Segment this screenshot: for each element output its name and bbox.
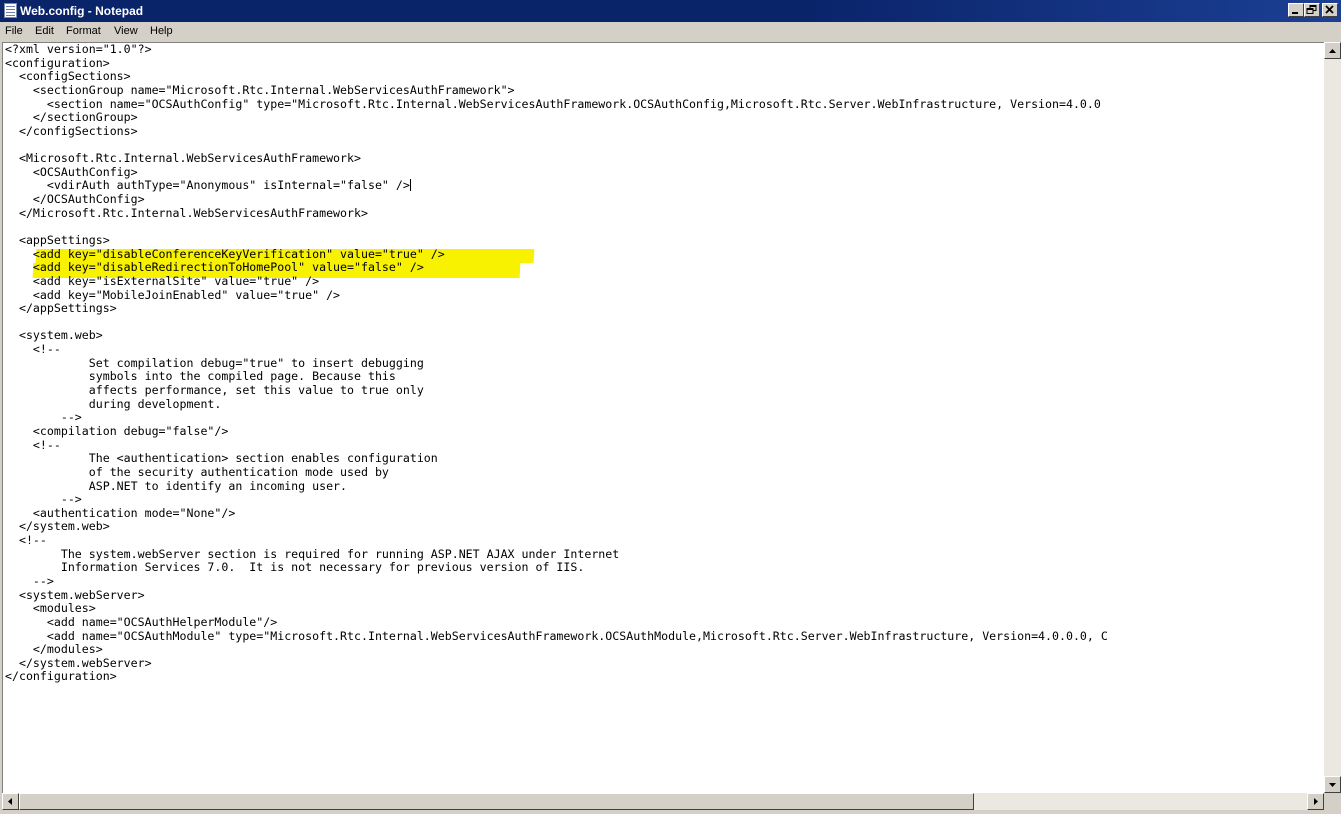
code-line: ASP.NET to identify an incoming user. (5, 478, 348, 493)
code-line: --> (5, 492, 82, 507)
arrow-left-icon (8, 798, 12, 805)
code-line: <!-- (5, 533, 47, 548)
text-caret (409, 179, 411, 192)
code-line: <authentication mode="None"/> (5, 505, 236, 520)
menu-edit[interactable]: Edit (35, 24, 54, 39)
restore-icon (1306, 5, 1317, 14)
code-line: </system.web> (5, 519, 110, 534)
code-line: <add name="OCSAuthModule" type="Microsof… (5, 628, 1108, 643)
scroll-down-button[interactable] (1324, 776, 1341, 793)
code-line: <sectionGroup name="Microsoft.Rtc.Intern… (5, 82, 515, 97)
code-line: <add key="isExternalSite" value="true" /… (5, 273, 320, 288)
menu-help[interactable]: Help (150, 24, 173, 39)
code-line: <Microsoft.Rtc.Internal.WebServicesAuthF… (5, 151, 361, 166)
code-line: </OCSAuthConfig> (5, 192, 145, 207)
code-line: <!-- (5, 437, 61, 452)
code-line: <configuration> (5, 55, 110, 70)
size-grip[interactable] (1324, 793, 1341, 810)
code-line: <add key="MobileJoinEnabled" value="true… (5, 287, 341, 302)
arrow-up-icon (1329, 49, 1336, 53)
title-bar[interactable]: Web.config - Notepad (0, 0, 1341, 22)
code-line: symbols into the compiled page. Because … (5, 369, 396, 384)
text-editor[interactable]: <?xml version="1.0"?> <configuration> <co… (2, 42, 1325, 794)
restore-button[interactable] (1304, 3, 1320, 17)
code-line: The <authentication> section enables con… (5, 451, 438, 466)
code-line: </Microsoft.Rtc.Internal.WebServicesAuth… (5, 205, 368, 220)
code-line: <system.web> (5, 328, 103, 343)
code-line: <add name="OCSAuthHelperModule"/> (5, 614, 278, 629)
code-line: The system.webServer section is required… (5, 546, 620, 561)
code-line: of the security authentication mode used… (5, 464, 389, 479)
notepad-icon[interactable] (4, 3, 17, 18)
code-line: <section name="OCSAuthConfig" type="Micr… (5, 96, 1101, 111)
vertical-scrollbar[interactable] (1324, 42, 1341, 793)
code-line: <modules> (5, 601, 96, 616)
horizontal-scrollbar[interactable] (2, 793, 1324, 810)
code-line: </modules> (5, 642, 103, 657)
menu-view[interactable]: View (114, 24, 138, 39)
minimize-button[interactable] (1288, 3, 1304, 17)
arrow-down-icon (1329, 783, 1336, 787)
code-line: <vdirAuth authType="Anonymous" isInterna… (5, 178, 411, 193)
notepad-window: Web.config - Notepad File Edit Format Vi… (0, 0, 1341, 814)
window-title: Web.config - Notepad (20, 4, 144, 18)
code-line: <!-- (5, 342, 61, 357)
code-line: --> (5, 573, 54, 588)
code-line: during development. (5, 396, 222, 411)
arrow-right-icon (1314, 798, 1318, 805)
menu-bar: File Edit Format View Help (0, 22, 1341, 41)
horizontal-scroll-thumb[interactable] (19, 793, 974, 810)
minimize-icon (1292, 12, 1298, 14)
code-line: <system.webServer> (5, 587, 145, 602)
code-line: <add key="disableRedirectionToHomePool" … (5, 260, 424, 275)
close-icon (1325, 5, 1334, 14)
code-line: <appSettings> (5, 232, 110, 247)
code-line: <OCSAuthConfig> (5, 164, 138, 179)
scroll-left-button[interactable] (2, 793, 19, 810)
code-line: <configSections> (5, 69, 131, 84)
code-line: </system.webServer> (5, 655, 152, 670)
file-content[interactable]: <?xml version="1.0"?> <configuration> <co… (5, 43, 1108, 684)
code-line: Information Services 7.0. It is not nece… (5, 560, 585, 575)
code-line: </sectionGroup> (5, 110, 138, 125)
menu-file[interactable]: File (5, 24, 23, 39)
scroll-right-button[interactable] (1307, 793, 1324, 810)
menu-format[interactable]: Format (66, 24, 101, 39)
code-line: --> (5, 410, 82, 425)
code-line: </configuration> (5, 669, 117, 684)
code-line: </configSections> (5, 123, 138, 138)
code-line: affects performance, set this value to t… (5, 383, 424, 398)
code-line: Set compilation debug="true" to insert d… (5, 355, 424, 370)
close-button[interactable] (1322, 3, 1338, 17)
code-line: <?xml version="1.0"?> (5, 42, 152, 56)
scroll-up-button[interactable] (1324, 42, 1341, 59)
code-line: <add key="disableConferenceKeyVerificati… (5, 246, 445, 261)
code-line: <compilation debug="false"/> (5, 423, 229, 438)
code-line: </appSettings> (5, 301, 117, 316)
